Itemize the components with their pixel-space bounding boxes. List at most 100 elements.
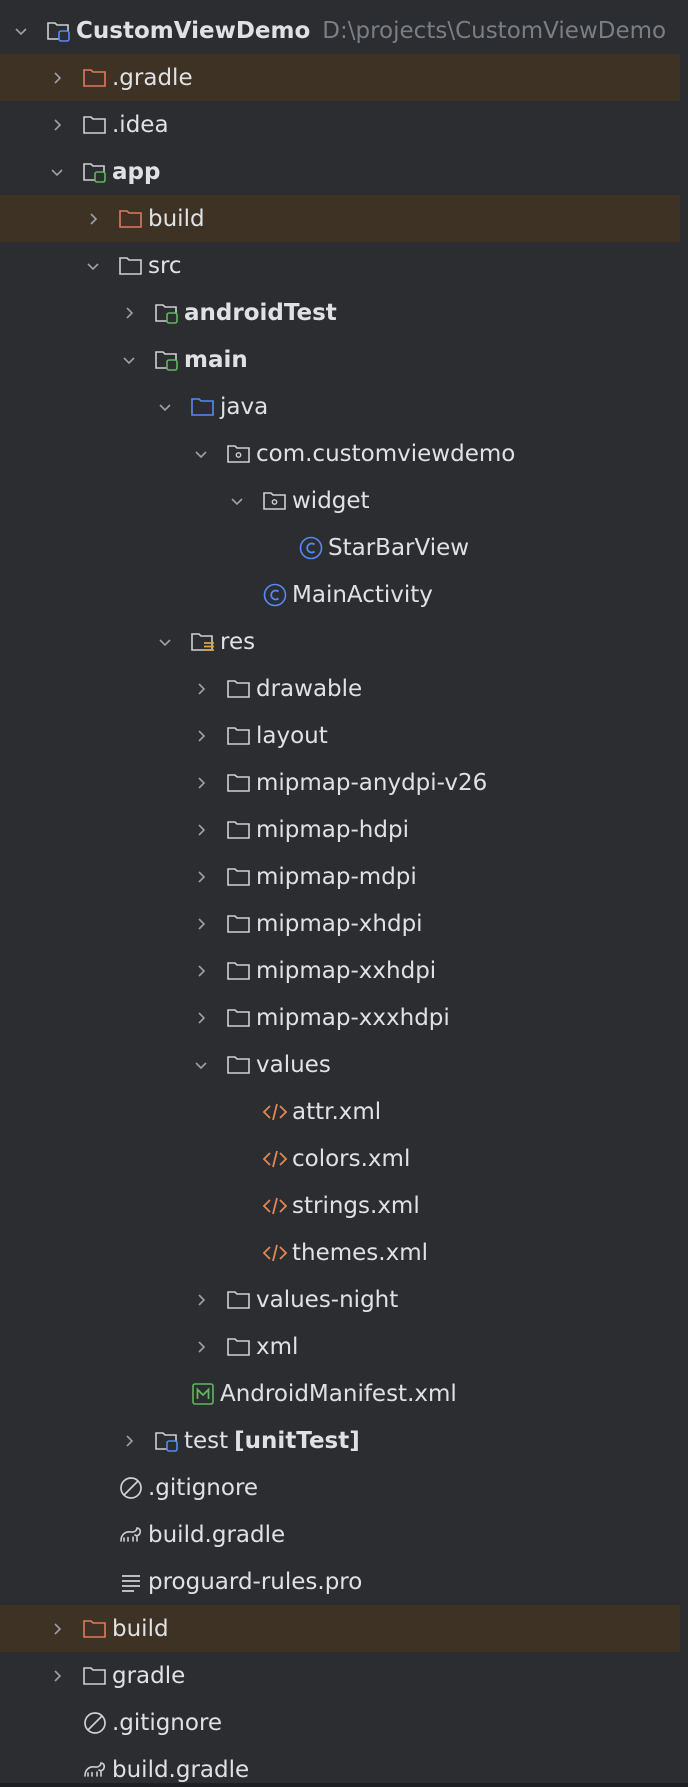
chevron-right-icon[interactable] [46, 1665, 68, 1687]
tree-item-label: gradle [112, 1662, 186, 1689]
tree-row-widget-package[interactable]: widget [0, 477, 688, 524]
project-tool-window: CustomViewDemo D:\projects\CustomViewDem… [0, 0, 688, 1787]
tree-row-res[interactable]: res [0, 618, 688, 665]
tree-item-label: .idea [112, 111, 169, 138]
chevron-right-icon[interactable] [190, 772, 212, 794]
tree-row-main[interactable]: main [0, 336, 688, 383]
tree-row-mipmap-xxhdpi[interactable]: mipmap-xxhdpi [0, 947, 688, 994]
tree-row-androidtest[interactable]: androidTest [0, 289, 688, 336]
chevron-right-icon[interactable] [190, 866, 212, 888]
chevron-right-icon[interactable] [190, 913, 212, 935]
tree-item-label: mipmap-anydpi-v26 [256, 769, 488, 796]
tree-row-idea-dir[interactable]: .idea [0, 101, 688, 148]
tree-item-label: widget [292, 487, 370, 514]
chevron-right-icon[interactable] [46, 1618, 68, 1640]
chevron-right-icon[interactable] [46, 67, 68, 89]
chevron-down-icon[interactable] [154, 631, 176, 653]
chevron-right-icon[interactable] [190, 1289, 212, 1311]
chevron-down-icon[interactable] [82, 255, 104, 277]
tree-row-values-night[interactable]: values-night [0, 1276, 688, 1323]
tree-row-test[interactable]: test [unitTest] [0, 1417, 688, 1464]
folder-icon [226, 676, 252, 702]
tree-item-label: StarBarView [328, 534, 470, 561]
tree-row-root-build[interactable]: build [0, 1605, 688, 1652]
tree-row-attr-xml[interactable]: attr.xml [0, 1088, 688, 1135]
tree-row-package[interactable]: com.customviewdemo [0, 430, 688, 477]
tree-row-drawable[interactable]: drawable [0, 665, 688, 712]
chevron-right-icon[interactable] [190, 1336, 212, 1358]
tree-row-xml-dir[interactable]: xml [0, 1323, 688, 1370]
chevron-right-icon[interactable] [190, 819, 212, 841]
tree-item-label: res [220, 628, 256, 655]
tree-row-starbarview[interactable]: StarBarView [0, 524, 688, 571]
android-module-folder-icon [82, 159, 108, 185]
chevron-down-icon[interactable] [226, 490, 248, 512]
tree-row-mipmap-xhdpi[interactable]: mipmap-xhdpi [0, 900, 688, 947]
manifest-file-icon [190, 1381, 216, 1407]
tree-item-label: build [112, 1615, 169, 1642]
tree-row-gradle-dir[interactable]: .gradle [0, 54, 688, 101]
tree-row-src[interactable]: src [0, 242, 688, 289]
chevron-right-icon[interactable] [118, 1430, 140, 1452]
chevron-right-icon[interactable] [190, 725, 212, 747]
tree-row-app-module[interactable]: app [0, 148, 688, 195]
folder-icon [82, 112, 108, 138]
tree-item-label: .gitignore [112, 1709, 223, 1736]
resources-folder-icon [190, 629, 216, 655]
source-set-tag: [unitTest] [234, 1427, 360, 1454]
tree-row-app-gitignore[interactable]: .gitignore [0, 1464, 688, 1511]
tree-row-root-build-gradle[interactable]: build.gradle [0, 1746, 688, 1787]
tree-row-proguard-rules[interactable]: proguard-rules.pro [0, 1558, 688, 1605]
xml-file-icon [262, 1193, 288, 1219]
folder-icon [226, 958, 252, 984]
xml-file-icon [262, 1240, 288, 1266]
chevron-right-icon[interactable] [190, 678, 212, 700]
tree-row-themes-xml[interactable]: themes.xml [0, 1229, 688, 1276]
tree-row-root[interactable]: CustomViewDemo D:\projects\CustomViewDem… [0, 7, 688, 54]
excluded-folder-icon [118, 206, 144, 232]
vertical-scrollbar[interactable] [680, 0, 688, 1787]
tree-row-android-manifest[interactable]: AndroidManifest.xml [0, 1370, 688, 1417]
tree-row-app-build[interactable]: build [0, 195, 688, 242]
tree-item-label: CustomViewDemo [76, 17, 311, 44]
folder-icon [226, 1287, 252, 1313]
tree-item-label: themes.xml [292, 1239, 429, 1266]
folder-icon [226, 1334, 252, 1360]
chevron-down-icon[interactable] [10, 20, 32, 42]
tree-item-label: java [220, 393, 269, 420]
package-icon [262, 488, 288, 514]
chevron-down-icon[interactable] [154, 396, 176, 418]
chevron-right-icon[interactable] [190, 960, 212, 982]
chevron-down-icon[interactable] [190, 443, 212, 465]
tree-row-mainactivity[interactable]: MainActivity [0, 571, 688, 618]
tree-row-strings-xml[interactable]: strings.xml [0, 1182, 688, 1229]
chevron-down-icon[interactable] [118, 349, 140, 371]
module-folder-icon [46, 18, 72, 44]
tree-row-layout[interactable]: layout [0, 712, 688, 759]
tree-item-label: build.gradle [148, 1521, 286, 1548]
tree-row-mipmap-anydpi-v26[interactable]: mipmap-anydpi-v26 [0, 759, 688, 806]
tree-row-app-build-gradle[interactable]: build.gradle [0, 1511, 688, 1558]
tree-row-values[interactable]: values [0, 1041, 688, 1088]
chevron-right-icon[interactable] [82, 208, 104, 230]
tree-item-label: build [148, 205, 205, 232]
tree-item-label: mipmap-hdpi [256, 816, 409, 843]
tree-item-label: attr.xml [292, 1098, 382, 1125]
package-icon [226, 441, 252, 467]
tree-item-label: build.gradle [112, 1756, 250, 1783]
tree-row-gradle-wrapper-dir[interactable]: gradle [0, 1652, 688, 1699]
tree-row-colors-xml[interactable]: colors.xml [0, 1135, 688, 1182]
tree-item-label: mipmap-xhdpi [256, 910, 423, 937]
chevron-right-icon[interactable] [190, 1007, 212, 1029]
xml-file-icon [262, 1099, 288, 1125]
chevron-down-icon[interactable] [190, 1054, 212, 1076]
tree-row-java[interactable]: java [0, 383, 688, 430]
tree-row-mipmap-hdpi[interactable]: mipmap-hdpi [0, 806, 688, 853]
chevron-right-icon[interactable] [118, 302, 140, 324]
chevron-right-icon[interactable] [46, 114, 68, 136]
text-file-icon [118, 1569, 144, 1595]
tree-row-mipmap-xxxhdpi[interactable]: mipmap-xxxhdpi [0, 994, 688, 1041]
tree-row-root-gitignore[interactable]: .gitignore [0, 1699, 688, 1746]
chevron-down-icon[interactable] [46, 161, 68, 183]
tree-row-mipmap-mdpi[interactable]: mipmap-mdpi [0, 853, 688, 900]
